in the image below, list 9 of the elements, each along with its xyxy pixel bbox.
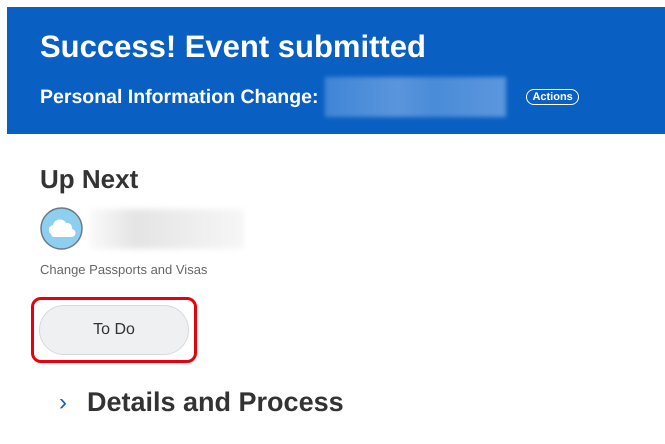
- actions-button[interactable]: Actions: [526, 89, 579, 105]
- chevron-icon[interactable]: ›: [55, 390, 71, 414]
- section-heading: Details and Process: [87, 387, 344, 418]
- section-heading: Up Next: [40, 164, 140, 194]
- avatar-icon: [40, 207, 83, 250]
- banner-title: Success! Event submitted: [40, 29, 426, 65]
- todo-button[interactable]: To Do: [39, 305, 189, 355]
- banner-subtitle: Personal Information Change:: [40, 86, 318, 108]
- task-name: Change Passports and Visas: [40, 262, 208, 277]
